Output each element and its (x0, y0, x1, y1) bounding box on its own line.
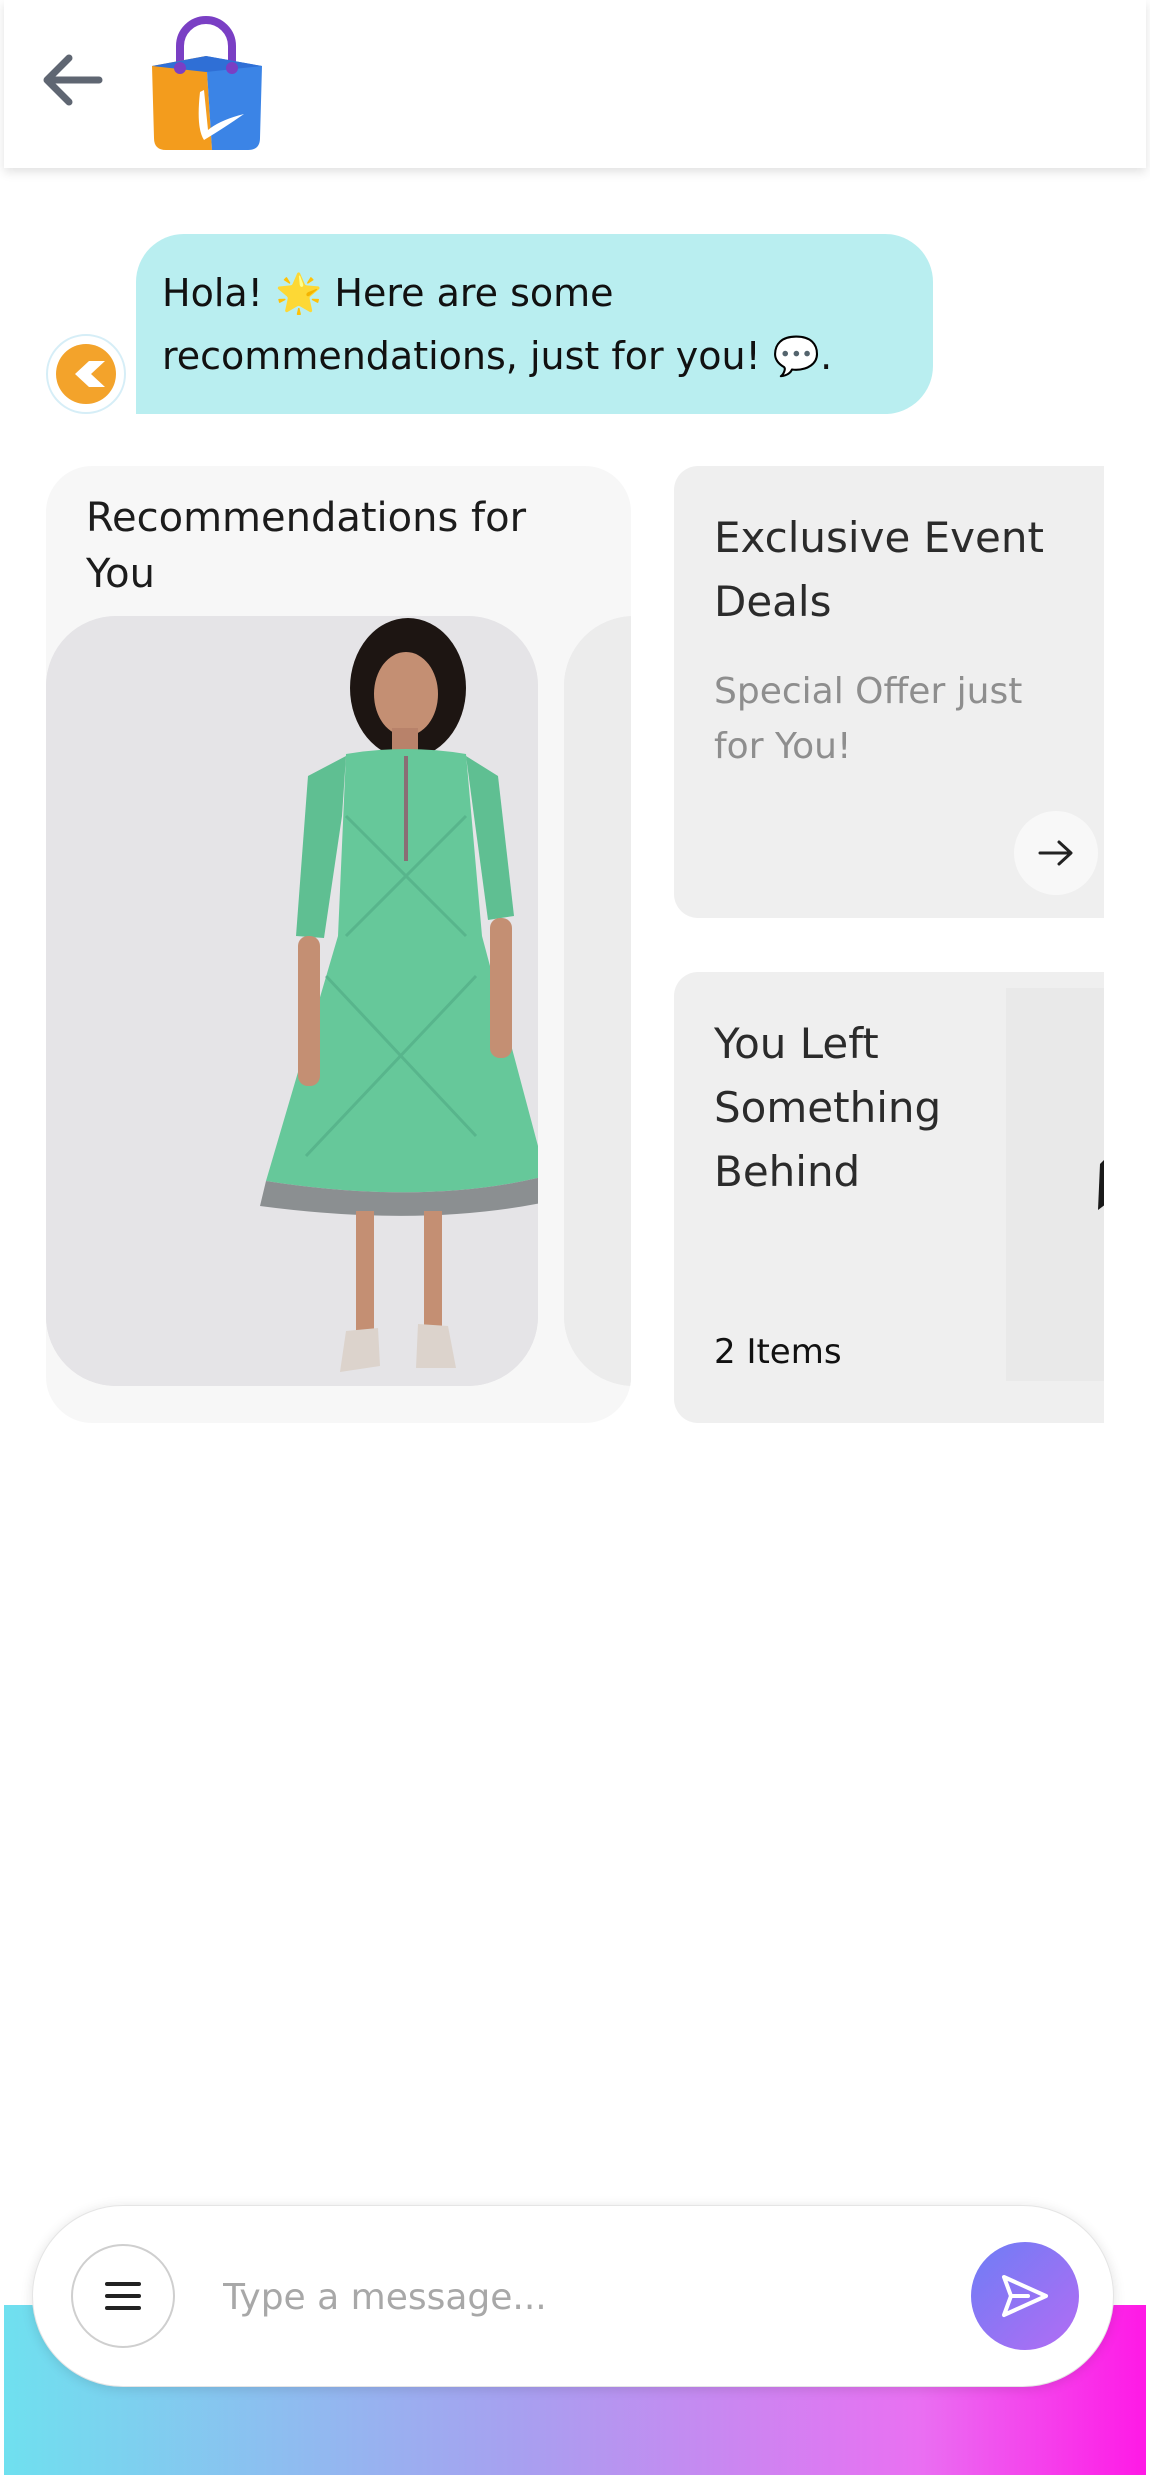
chat-message-text: Hola! 🌟 Here are some recommendations, j… (162, 271, 833, 378)
left-behind-card[interactable]: You Left Something Behind 2 Items (674, 972, 1104, 1423)
green-dress-product-image (46, 616, 538, 1386)
left-behind-title: You Left Something Behind (714, 1019, 942, 1196)
partial-product-image (564, 616, 631, 1386)
hamburger-menu-icon (105, 2282, 141, 2310)
shopping-bag-logo-icon[interactable] (144, 10, 269, 152)
product-card-partial[interactable] (564, 616, 631, 1386)
message-composer (32, 2205, 1114, 2387)
product-card[interactable] (46, 616, 538, 1386)
recommendations-title: Recommendations for You (86, 495, 527, 597)
left-behind-thumbnail (1006, 988, 1104, 1381)
menu-button[interactable] (71, 2244, 175, 2348)
exclusive-deals-card[interactable]: Exclusive Event Deals Special Offer just… (674, 466, 1104, 918)
deal-arrow-button[interactable] (1014, 811, 1098, 895)
deal-title: Exclusive Event Deals (714, 513, 1044, 626)
chat-message-bubble: Hola! 🌟 Here are some recommendations, j… (136, 234, 933, 414)
send-button[interactable] (971, 2242, 1079, 2350)
message-input[interactable] (221, 2262, 961, 2332)
deal-subtitle: Special Offer just for You! (714, 671, 1023, 767)
recommendations-card: Recommendations for You (46, 466, 631, 1423)
app-header (4, 0, 1146, 168)
bot-avatar (46, 334, 126, 414)
left-behind-count: 2 Items (714, 1332, 842, 1372)
bot-avatar-icon (56, 344, 116, 404)
cart-item-image (1006, 988, 1104, 1381)
arrow-right-icon (1038, 840, 1073, 866)
arrow-left-icon (43, 54, 103, 106)
back-button[interactable] (32, 40, 112, 120)
send-icon (1002, 2275, 1048, 2317)
chat-screen: Hola! 🌟 Here are some recommendations, j… (0, 0, 1150, 2475)
